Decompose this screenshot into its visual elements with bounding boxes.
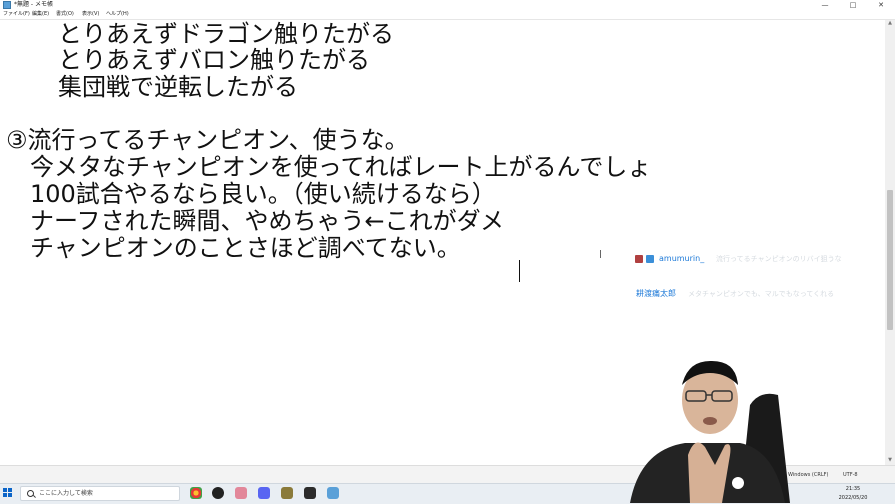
- obs-icon[interactable]: [212, 487, 224, 499]
- text-caret: [519, 260, 520, 282]
- maximize-button[interactable]: □: [839, 0, 867, 10]
- chat-message: メタチャンピオンでも、マルでもなってくれる: [688, 290, 835, 298]
- chrome-icon[interactable]: [190, 487, 202, 499]
- text-line: 100試合やるなら良い。（使い続けるなら）: [6, 180, 496, 208]
- search-placeholder: ここに入力して検索: [39, 490, 93, 497]
- game-icon[interactable]: [281, 487, 293, 499]
- close-button[interactable]: ✕: [867, 0, 895, 10]
- streamer-figure: [630, 360, 790, 503]
- encoding-status: UTF-8: [843, 472, 858, 478]
- taskbar-search[interactable]: ここに入力して検索: [20, 486, 180, 501]
- notepad-icon: [3, 1, 11, 9]
- search-icon: [27, 490, 34, 497]
- menu-bar: ファイル(F) 編集(E) 書式(O) 表示(V) ヘルプ(H): [0, 10, 895, 20]
- title-bar: *無題 - メモ帳 — □ ✕: [0, 0, 895, 10]
- text-line: ③流行ってるチャンピオン、使うな。: [6, 126, 409, 154]
- menu-edit[interactable]: 編集(E): [32, 10, 49, 19]
- chat-message: 流行ってるチャンピオンのリバイ狙うな: [716, 255, 842, 263]
- text-line: 集団戦で逆転したがる: [34, 73, 298, 101]
- chat-username: 耕渡痛太郎: [636, 289, 676, 298]
- discord-icon[interactable]: [258, 487, 270, 499]
- scroll-down-icon[interactable]: ▼: [885, 457, 895, 465]
- menu-help[interactable]: ヘルプ(H): [106, 10, 129, 19]
- chat-username: amumurin_: [659, 254, 705, 263]
- webcam-overlay: [610, 355, 810, 503]
- menu-file[interactable]: ファイル(F): [3, 10, 30, 19]
- text-line: 今メタなチャンピオンを使ってればレート上がるんでしょ: [6, 153, 652, 181]
- windows-start-icon[interactable]: [3, 488, 13, 498]
- app-icon[interactable]: [304, 487, 316, 499]
- chat-badge-icon: [646, 255, 654, 263]
- clock-date[interactable]: 2022/05/20: [838, 493, 868, 503]
- browser-icon[interactable]: [235, 487, 247, 499]
- text-line: とりあえずドラゴン触りたがる: [34, 20, 394, 48]
- ibeam-cursor: [600, 250, 603, 258]
- minimize-button[interactable]: —: [811, 0, 839, 10]
- scroll-thumb[interactable]: [887, 190, 893, 330]
- text-line: とりあえずバロン触りたがる: [34, 46, 370, 74]
- menu-format[interactable]: 書式(O): [56, 10, 74, 19]
- scroll-up-icon[interactable]: ▲: [885, 20, 895, 28]
- text-line: チャンピオンのことさほど調べてない。: [6, 234, 461, 262]
- menu-view[interactable]: 表示(V): [82, 10, 99, 19]
- text-line: ナーフされた瞬間、やめちゃう←これがダメ: [6, 207, 504, 235]
- window-title: *無題 - メモ帳: [14, 1, 53, 8]
- vertical-scrollbar[interactable]: ▲ ▼: [885, 20, 895, 465]
- notepad-app-icon[interactable]: [327, 487, 339, 499]
- chat-avatar-icon: [635, 255, 643, 263]
